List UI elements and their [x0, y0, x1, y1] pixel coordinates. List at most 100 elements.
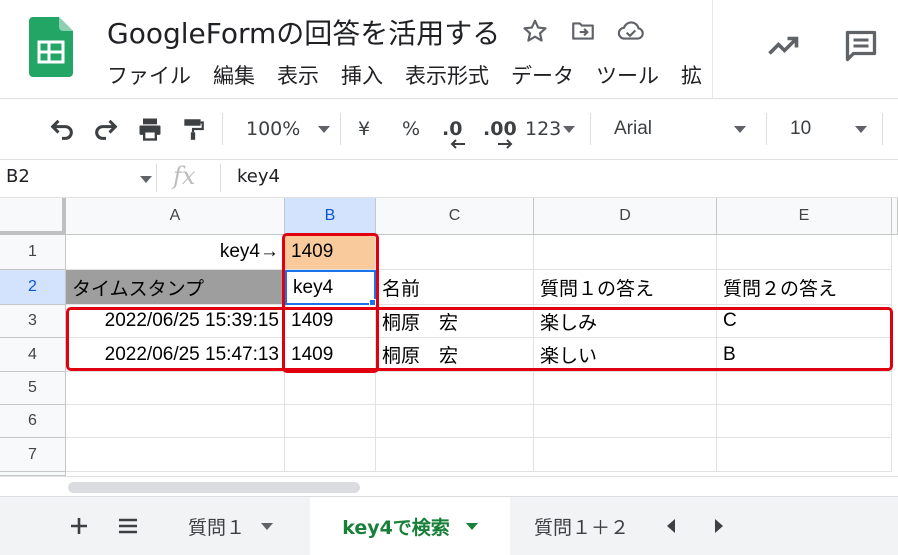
- cell-d4[interactable]: 楽しい: [534, 338, 717, 372]
- cell-e7[interactable]: [717, 438, 892, 472]
- sheets-logo-icon[interactable]: [29, 17, 73, 77]
- cloud-saved-icon[interactable]: [616, 16, 646, 46]
- name-box[interactable]: B2: [6, 166, 30, 187]
- menu-edit[interactable]: 編集: [213, 60, 255, 90]
- column-header-e[interactable]: E: [717, 198, 892, 235]
- fx-icon: fx: [173, 162, 196, 190]
- cell-c7[interactable]: [376, 438, 534, 472]
- row-header-4[interactable]: 4: [0, 338, 66, 372]
- row-header-5[interactable]: 5: [0, 372, 66, 405]
- scroll-tabs-left-button[interactable]: [656, 511, 686, 541]
- chevron-down-icon: [563, 125, 576, 133]
- cell-d7[interactable]: [534, 438, 717, 472]
- cell-e4[interactable]: B: [717, 338, 892, 372]
- currency-format-button[interactable]: ¥: [358, 113, 370, 145]
- cell-b3[interactable]: 1409: [285, 305, 376, 338]
- print-icon: [139, 118, 161, 141]
- redo-button[interactable]: [92, 113, 120, 145]
- menu-insert[interactable]: 挿入: [341, 60, 383, 90]
- undo-button[interactable]: [48, 113, 76, 145]
- all-sheets-icon: [119, 518, 137, 534]
- paint-format-button[interactable]: [180, 113, 206, 145]
- row-header-3[interactable]: 3: [0, 305, 66, 338]
- cell-b5[interactable]: [285, 372, 376, 405]
- column-header-c[interactable]: C: [376, 198, 534, 235]
- select-all-corner[interactable]: [0, 198, 66, 235]
- formula-bar: B2 fx key4: [0, 160, 898, 198]
- cell-d6[interactable]: [534, 405, 717, 438]
- document-title[interactable]: GoogleFormの回答を活用する: [107, 12, 500, 52]
- cell-b4[interactable]: 1409: [285, 338, 376, 372]
- cell-e2[interactable]: 質問２の答え: [717, 270, 892, 305]
- menu-data[interactable]: データ: [511, 60, 574, 90]
- cell-c5[interactable]: [376, 372, 534, 405]
- cell-b2[interactable]: key4: [285, 270, 376, 305]
- menu-extensions[interactable]: 拡: [681, 60, 702, 90]
- cell-a1[interactable]: key4→: [66, 235, 285, 270]
- cell-a3[interactable]: 2022/06/25 15:39:15: [66, 305, 285, 338]
- row-header-6[interactable]: 6: [0, 405, 66, 438]
- cell-a6[interactable]: [66, 405, 285, 438]
- cell-b7[interactable]: [285, 438, 376, 472]
- scrollbar-thumb[interactable]: [68, 482, 360, 493]
- sheet-tab-bar: 質問１ key4で検索 質問１＋２: [0, 496, 898, 555]
- cell-a2[interactable]: タイムスタンプ: [66, 270, 285, 305]
- number-format-select[interactable]: 123: [525, 113, 576, 145]
- horizontal-scrollbar[interactable]: [0, 476, 898, 496]
- cell-d5[interactable]: [534, 372, 717, 405]
- cell-a7[interactable]: [66, 438, 285, 472]
- cell-e3[interactable]: C: [717, 305, 892, 338]
- column-header-b[interactable]: B: [285, 198, 376, 235]
- column-header-d[interactable]: D: [534, 198, 717, 235]
- cell-c4[interactable]: 桐原 宏: [376, 338, 534, 372]
- comment-icon[interactable]: [843, 28, 879, 64]
- cell-c2[interactable]: 名前: [376, 270, 534, 305]
- menu-file[interactable]: ファイル: [107, 60, 191, 90]
- menu-format[interactable]: 表示形式: [405, 60, 489, 90]
- trend-icon[interactable]: [765, 28, 801, 64]
- chevron-down-icon[interactable]: [140, 176, 152, 183]
- font-family-select[interactable]: Arial: [614, 113, 747, 145]
- add-sheet-icon: [71, 518, 87, 534]
- add-sheet-button[interactable]: [64, 511, 94, 541]
- column-header-f[interactable]: [892, 198, 898, 235]
- cell-c3[interactable]: 桐原 宏: [376, 305, 534, 338]
- row-header-2[interactable]: 2: [0, 270, 66, 305]
- row-header-1[interactable]: 1: [0, 235, 66, 270]
- star-icon[interactable]: [520, 16, 550, 46]
- formula-input[interactable]: key4: [237, 166, 280, 187]
- cell-e1[interactable]: [717, 235, 892, 270]
- decrease-decimal-button[interactable]: .0: [442, 113, 465, 149]
- cell-b1[interactable]: 1409: [285, 235, 376, 270]
- column-header-a[interactable]: A: [66, 198, 285, 235]
- percent-format-button[interactable]: %: [402, 113, 420, 145]
- cell-c6[interactable]: [376, 405, 534, 438]
- scroll-left-icon: [667, 519, 675, 533]
- all-sheets-button[interactable]: [113, 511, 143, 541]
- scroll-tabs-right-button[interactable]: [704, 511, 734, 541]
- cell-a5[interactable]: [66, 372, 285, 405]
- cell-b6[interactable]: [285, 405, 376, 438]
- row-header-7[interactable]: 7: [0, 438, 66, 472]
- menu-view[interactable]: 表示: [277, 60, 319, 90]
- menu-tools[interactable]: ツール: [596, 60, 659, 90]
- cell-d1[interactable]: [534, 235, 717, 270]
- chevron-down-icon: [855, 125, 868, 133]
- sheet-tab-question1-2[interactable]: 質問１＋２: [518, 497, 642, 555]
- increase-decimal-button[interactable]: .00: [483, 113, 517, 149]
- cell-d2[interactable]: 質問１の答え: [534, 270, 717, 305]
- cell-a4[interactable]: 2022/06/25 15:47:13: [66, 338, 285, 372]
- print-button[interactable]: [136, 113, 164, 145]
- arrow-left-icon: [450, 139, 465, 149]
- cell-c1[interactable]: [376, 235, 534, 270]
- move-folder-icon[interactable]: [568, 16, 598, 46]
- zoom-select[interactable]: 100%: [246, 113, 331, 145]
- cell-d3[interactable]: 楽しみ: [534, 305, 717, 338]
- cell-e6[interactable]: [717, 405, 892, 438]
- chevron-down-icon: [318, 125, 331, 133]
- arrow-right-icon: [498, 139, 513, 149]
- cell-e5[interactable]: [717, 372, 892, 405]
- sheet-tab-key4-search[interactable]: key4で検索: [310, 497, 510, 555]
- sheet-tab-question1[interactable]: 質問１: [170, 497, 310, 555]
- font-size-select[interactable]: 10: [790, 113, 868, 145]
